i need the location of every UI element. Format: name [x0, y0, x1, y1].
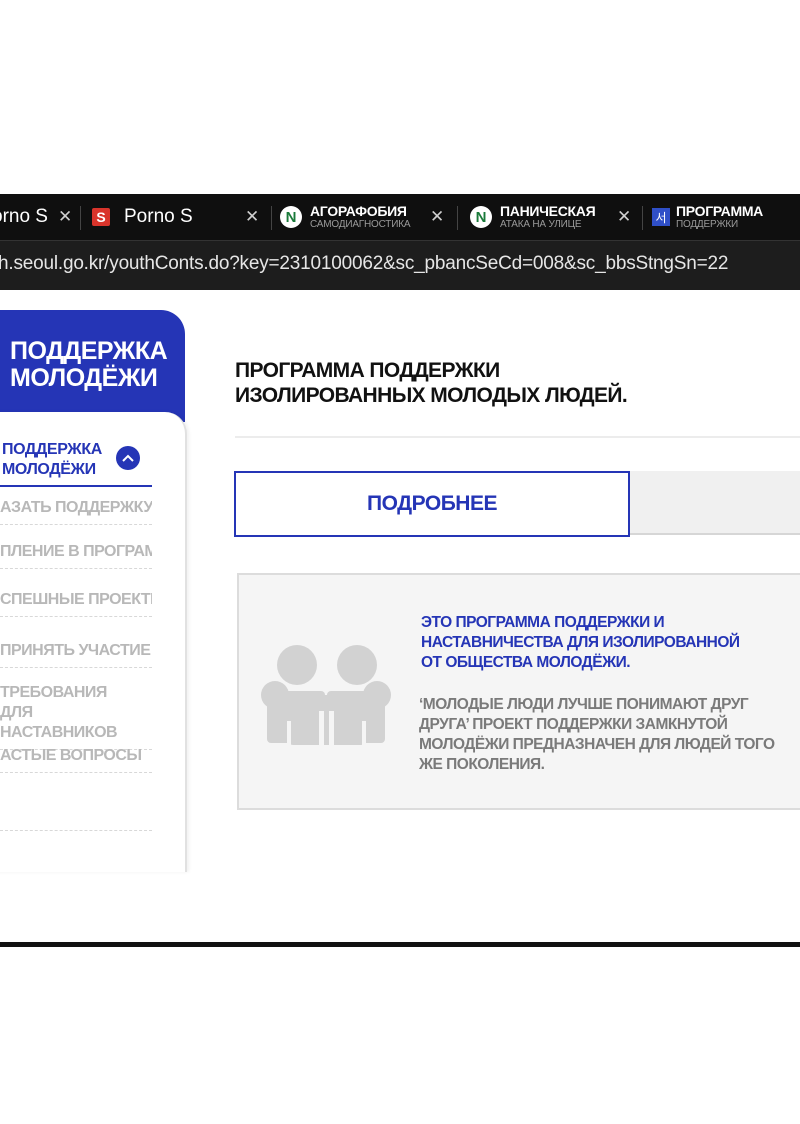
tab-secondary[interactable] [630, 471, 800, 535]
tab-3-subtitle: САМОДИАГНОСТИКА [310, 219, 411, 230]
browser-tab-bar: orno S ✕ S Porno S ✕ N АГОРАФОБИЯ САМОДИ… [0, 194, 800, 240]
info-highlight-text: ЭТО ПРОГРАММА ПОДДЕРЖКИ И НАСТАВНИЧЕСТВА… [421, 614, 740, 671]
tab-divider [457, 206, 458, 230]
tab-5-active[interactable]: 서 ПРОГРАММА ПОДДЕРЖКИ [652, 194, 800, 240]
tab-2-label: Porno S [124, 206, 193, 227]
sidebar-header: ПОДДЕРЖКА МОЛОДЁЖИ [0, 310, 185, 422]
info-box: ЭТО ПРОГРАММА ПОДДЕРЖКИ И НАСТАВНИЧЕСТВА… [237, 573, 800, 810]
tab-3-title: АГОРАФОБИЯ [310, 203, 407, 219]
tab-details[interactable]: ПОДРОБНЕЕ [234, 471, 630, 537]
active-underline [0, 485, 152, 487]
tab-5-title: ПРОГРАММА [676, 203, 763, 219]
sidebar-item-active[interactable]: ПОДДЕРЖКА МОЛОДЁЖИ [2, 440, 122, 480]
s-logo-icon: S [92, 208, 110, 226]
web-page: ПОДДЕРЖКА МОЛОДЁЖИ ПОДДЕРЖКА МОЛОДЁЖИ АЗ… [0, 290, 800, 940]
info-description: ‘МОЛОДЫЕ ЛЮДИ ЛУЧШЕ ПОНИМАЮТ ДРУГ ДРУГА’… [419, 696, 775, 773]
sidebar-item-request-support[interactable]: АЗАТЬ ПОДДЕРЖКУ [0, 498, 152, 525]
n-logo-icon: N [470, 206, 492, 228]
bottom-border [0, 942, 800, 947]
tab-1-label: orno S [0, 206, 48, 227]
close-icon[interactable]: ✕ [245, 207, 259, 227]
sidebar-item-enrollment[interactable]: ПЛЕНИЕ В ПРОГРАММУ [0, 542, 152, 569]
tab-divider [642, 206, 643, 230]
tab-divider [271, 206, 272, 230]
sidebar-item-participate[interactable]: ПРИНЯТЬ УЧАСТИЕ [0, 641, 152, 668]
n-logo-icon: N [280, 206, 302, 228]
address-bar: h.seoul.go.kr/youthConts.do?key=23101000… [0, 240, 800, 291]
tab-4[interactable]: N ПАНИЧЕСКАЯ АТАКА НА УЛИЦЕ ✕ [470, 194, 650, 240]
sidebar-title: ПОДДЕРЖКА МОЛОДЁЖИ [10, 337, 168, 392]
tab-5-subtitle: ПОДДЕРЖКИ [676, 219, 738, 230]
tab-4-subtitle: АТАКА НА УЛИЦЕ [500, 219, 582, 230]
close-icon[interactable]: ✕ [58, 207, 72, 227]
sidebar-item-faq[interactable]: АСТЫЕ ВОПРОСЫ [0, 746, 152, 773]
tab-4-title: ПАНИЧЕСКАЯ [500, 203, 596, 219]
chevron-up-icon[interactable] [116, 446, 140, 470]
sidebar-item-empty [0, 804, 152, 831]
sidebar-menu: ПОДДЕРЖКА МОЛОДЁЖИ АЗАТЬ ПОДДЕРЖКУ ПЛЕНИ… [0, 412, 187, 872]
seoul-logo-icon: 서 [652, 208, 670, 226]
title-divider [235, 436, 800, 438]
tab-1[interactable]: orno S ✕ [0, 194, 77, 240]
url-input[interactable]: h.seoul.go.kr/youthConts.do?key=23101000… [0, 253, 728, 275]
tab-divider [80, 206, 81, 230]
people-icon [261, 645, 391, 746]
sidebar-item-mentor-requirements[interactable]: ТРЕБОВАНИЯ ДЛЯ НАСТАВНИКОВ [0, 683, 152, 750]
close-icon[interactable]: ✕ [617, 207, 631, 227]
tab-2[interactable]: S Porno S ✕ [92, 194, 272, 240]
close-icon[interactable]: ✕ [430, 207, 444, 227]
page-title: ПРОГРАММА ПОДДЕРЖКИ ИЗОЛИРОВАННЫХ МОЛОДЫ… [235, 359, 628, 407]
sidebar-item-success-projects[interactable]: СПЕШНЫЕ ПРОЕКТЫ [0, 590, 152, 617]
tab-3[interactable]: N АГОРАФОБИЯ САМОДИАГНОСТИКА ✕ [280, 194, 460, 240]
